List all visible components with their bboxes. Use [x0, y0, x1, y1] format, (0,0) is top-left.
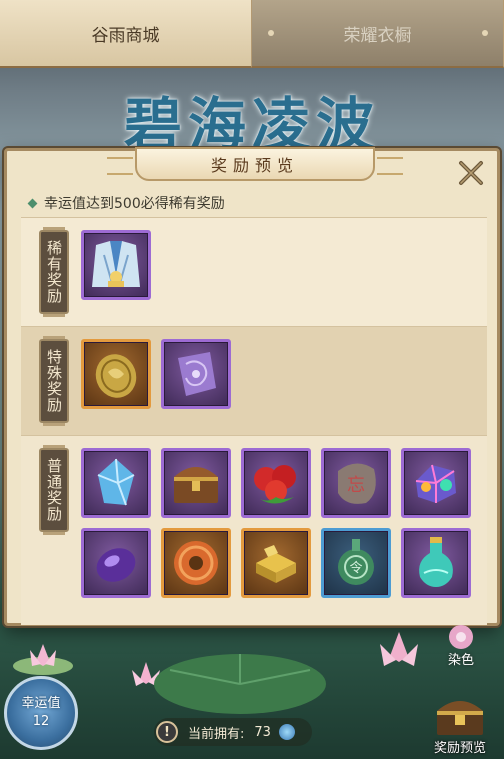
- lucky-label: 幸运值: [21, 696, 61, 711]
- dye-label: 染色: [447, 653, 474, 668]
- jade-token-icon: 令: [338, 539, 374, 585]
- reward-item-rune[interactable]: 忘: [321, 448, 391, 518]
- tab-label: 荣耀衣橱: [343, 25, 412, 46]
- section-label: 稀有奖励: [39, 227, 69, 317]
- lotus-flower-icon: [380, 632, 418, 666]
- reward-item-purple-stone[interactable]: [81, 528, 151, 598]
- reward-preview-label: 奖励预览: [433, 741, 486, 756]
- costume-icon: [92, 241, 140, 287]
- reward-item-gold-ingot[interactable]: [241, 528, 311, 598]
- reward-sections: 稀有奖励 特殊奖励 普通奖励 忘 令: [21, 217, 487, 625]
- section-label: 普通奖励: [39, 445, 69, 535]
- purple-jade-pendant-icon: [178, 352, 216, 396]
- reward-item-potion[interactable]: [401, 528, 471, 598]
- section-normal: 普通奖励 忘 令: [21, 435, 487, 625]
- tab-guyu-shop[interactable]: 谷雨商城: [0, 0, 252, 68]
- gold-jade-pendant-icon: [95, 354, 137, 398]
- red-fruit-icon: [254, 465, 296, 504]
- rune-stone-icon: 忘: [338, 463, 376, 504]
- section-label: 特殊奖励: [39, 336, 69, 426]
- treasure-chest-icon: [174, 467, 218, 503]
- owned-label: 当前拥有:: [188, 726, 245, 742]
- section-special: 特殊奖励: [21, 326, 487, 435]
- lotus-flower-icon: [13, 644, 73, 675]
- section-rare: 稀有奖励: [21, 217, 487, 326]
- lucky-value: 12: [32, 714, 50, 729]
- dialog-title: 奖励预览: [107, 147, 403, 181]
- reward-item-gold-pendant[interactable]: [81, 339, 151, 409]
- exclamation-icon[interactable]: !: [156, 721, 178, 743]
- tab-dot-icon: [267, 30, 274, 36]
- purple-stone-icon: [96, 548, 136, 582]
- item-grid: [81, 230, 481, 300]
- blue-crystal-icon: [97, 458, 135, 506]
- notice-line: 幸运值达到500必得稀有奖励: [27, 193, 225, 213]
- reward-item-costume[interactable]: [81, 230, 151, 300]
- gold-ingot-icon: [256, 545, 296, 583]
- treasure-chest-icon: [437, 701, 483, 735]
- close-button[interactable]: [455, 157, 487, 189]
- notice-text: 幸运值达到500必得稀有奖励: [44, 196, 225, 212]
- tab-label: 谷雨商城: [91, 25, 160, 46]
- diamond-bullet-icon: [27, 198, 38, 208]
- potion-bottle-icon: [419, 537, 453, 587]
- reward-item-purple-pendant[interactable]: [161, 339, 231, 409]
- owned-count: 73: [254, 724, 271, 740]
- tab-dot-icon: [481, 30, 488, 36]
- reward-item-jade-token[interactable]: 令: [321, 528, 391, 598]
- tab-glory-wardrobe[interactable]: 荣耀衣橱: [252, 0, 504, 68]
- reward-item-crystal[interactable]: [81, 448, 151, 518]
- lotus-leaf-icon: [154, 654, 326, 714]
- dye-flower-icon: [449, 625, 473, 649]
- svg-text:忘: 忘: [347, 475, 365, 496]
- reward-item-chest[interactable]: [161, 448, 231, 518]
- item-grid: [81, 339, 481, 409]
- svg-text:令: 令: [349, 561, 362, 576]
- dye-button[interactable]: 染色: [426, 622, 496, 668]
- reward-item-fruit[interactable]: [241, 448, 311, 518]
- reward-item-rainbow-gem[interactable]: [401, 448, 471, 518]
- rainbow-gem-icon: [415, 464, 456, 503]
- owned-currency-bar: ! 当前拥有: 73: [154, 718, 312, 746]
- reward-item-coin[interactable]: [161, 528, 231, 598]
- copper-coin-icon: [174, 541, 218, 585]
- close-icon: [459, 161, 483, 185]
- reward-preview-button[interactable]: 奖励预览: [420, 684, 500, 756]
- lucky-value-orb[interactable]: 幸运值 12: [4, 676, 78, 750]
- top-tabs: 谷雨商城 荣耀衣橱: [0, 0, 504, 68]
- item-grid: 忘 令: [81, 448, 481, 598]
- reward-preview-dialog: 奖励预览 幸运值达到500必得稀有奖励 稀有奖励 特殊奖励 普通奖励 忘 令: [4, 147, 500, 626]
- currency-gem-icon: [278, 724, 295, 740]
